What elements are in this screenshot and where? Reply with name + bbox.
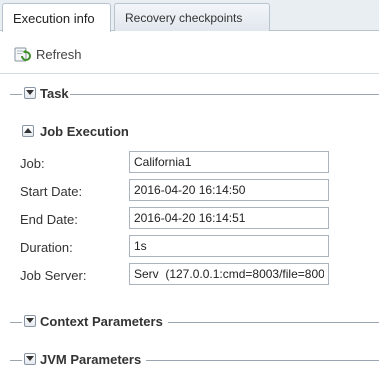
chevron-up-icon	[24, 128, 32, 133]
duration-label: Duration:	[20, 240, 73, 255]
job-execution-collapse-toggle[interactable]	[22, 125, 34, 137]
context-parameters-collapse-toggle[interactable]	[24, 315, 36, 327]
refresh-label: Refresh	[36, 46, 82, 62]
job-server-field[interactable]	[129, 263, 329, 285]
jvm-parameters-section-title: JVM Parameters	[40, 352, 142, 367]
refresh-icon	[13, 45, 31, 63]
jvm-parameters-section-header: JVM Parameters	[10, 352, 379, 368]
start-date-label: Start Date:	[20, 184, 83, 199]
chevron-down-icon	[26, 356, 34, 361]
end-date-field[interactable]	[129, 207, 329, 229]
tab-bar: Execution info Recovery checkpoints	[0, 0, 379, 32]
duration-field[interactable]	[129, 235, 329, 257]
end-date-label: End Date:	[20, 212, 78, 227]
task-section-header: Task	[10, 86, 379, 102]
context-parameters-section-title: Context Parameters	[40, 314, 163, 329]
context-parameters-section-header: Context Parameters	[10, 314, 379, 330]
chevron-down-icon	[26, 318, 34, 323]
job-execution-section-header: Job Execution	[10, 124, 210, 140]
tab-recovery-checkpoints-label: Recovery checkpoints	[125, 10, 243, 25]
jvm-parameters-collapse-toggle[interactable]	[24, 353, 36, 365]
job-field[interactable]	[129, 151, 329, 173]
job-server-label: Job Server:	[20, 268, 87, 283]
refresh-button[interactable]: Refresh	[13, 44, 82, 64]
task-collapse-toggle[interactable]	[24, 87, 36, 99]
job-execution-section-title: Job Execution	[40, 124, 129, 139]
chevron-down-icon	[26, 90, 34, 95]
tab-recovery-checkpoints[interactable]: Recovery checkpoints	[114, 3, 270, 31]
start-date-field[interactable]	[129, 179, 329, 201]
toolbar-divider	[0, 73, 379, 74]
tab-execution-info[interactable]: Execution info	[2, 3, 111, 32]
task-section-title: Task	[40, 86, 69, 101]
tab-execution-info-label: Execution info	[13, 10, 95, 26]
job-label: Job:	[20, 156, 45, 171]
